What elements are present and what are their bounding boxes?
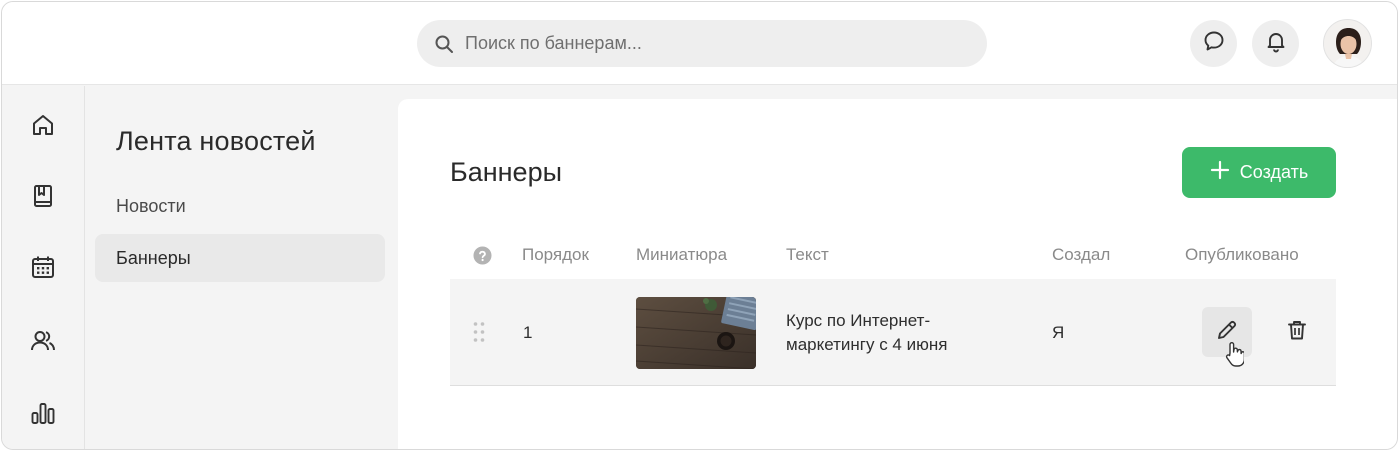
column-header-order[interactable]: Порядок bbox=[522, 245, 589, 265]
trash-icon bbox=[1285, 318, 1309, 347]
bar-chart-icon bbox=[29, 399, 57, 432]
column-header-author: Создал bbox=[1052, 245, 1111, 264]
search-bar[interactable] bbox=[417, 20, 987, 67]
column-header-text: Текст bbox=[786, 245, 829, 264]
banner-thumbnail[interactable] bbox=[636, 297, 756, 369]
bell-icon bbox=[1264, 29, 1288, 58]
edit-button[interactable] bbox=[1202, 307, 1252, 367]
nav-item-news[interactable]: Новости bbox=[95, 182, 385, 230]
plus-icon bbox=[1210, 160, 1230, 185]
nav-item-label: Новости bbox=[116, 195, 186, 216]
rail-home-button[interactable] bbox=[26, 110, 60, 144]
chat-icon bbox=[1202, 29, 1226, 58]
notifications-button[interactable] bbox=[1252, 20, 1299, 67]
create-label: Создать bbox=[1239, 162, 1309, 182]
app-window: Лента новостей Новости Баннеры Баннеры С… bbox=[1, 1, 1398, 450]
order-value: 1 bbox=[523, 323, 533, 342]
search-icon bbox=[433, 33, 455, 55]
rail-book-button[interactable] bbox=[26, 181, 60, 215]
chat-button[interactable] bbox=[1190, 20, 1237, 67]
icon-rail bbox=[2, 86, 85, 449]
column-header-published: Опубликовано bbox=[1185, 245, 1299, 264]
home-icon bbox=[29, 111, 57, 144]
rail-users-button[interactable] bbox=[26, 326, 60, 360]
page-title: Баннеры bbox=[450, 157, 562, 187]
rail-calendar-button[interactable] bbox=[26, 252, 60, 286]
main-panel: Баннеры Создать Порядок Миниатюра Текст … bbox=[398, 99, 1397, 449]
section-title: Лента новостей bbox=[116, 126, 316, 156]
rail-stats-button[interactable] bbox=[26, 398, 60, 432]
nav-item-banners[interactable]: Баннеры bbox=[95, 234, 385, 282]
top-bar bbox=[2, 2, 1397, 85]
hand-cursor-icon bbox=[1224, 341, 1246, 372]
help-icon[interactable] bbox=[473, 246, 492, 270]
drag-handle-icon[interactable] bbox=[472, 321, 486, 348]
book-icon bbox=[29, 182, 57, 215]
author-value: Я bbox=[1052, 323, 1065, 342]
search-input[interactable] bbox=[465, 33, 945, 54]
banner-text: Курс по Интернет-маркетингу с 4 июня bbox=[786, 311, 948, 354]
table-row[interactable]: 1 Курс по Интернет-маркетингу с 4 июня Я bbox=[450, 279, 1336, 386]
nav-item-label: Баннеры bbox=[116, 247, 191, 268]
delete-button[interactable] bbox=[1272, 307, 1322, 357]
section-nav: Лента новостей Новости Баннеры bbox=[86, 86, 394, 449]
calendar-icon bbox=[29, 253, 57, 286]
users-icon bbox=[29, 327, 57, 360]
avatar[interactable] bbox=[1323, 19, 1372, 68]
column-header-thumbnail: Миниатюра bbox=[636, 245, 728, 264]
create-button[interactable]: Создать bbox=[1182, 147, 1336, 198]
